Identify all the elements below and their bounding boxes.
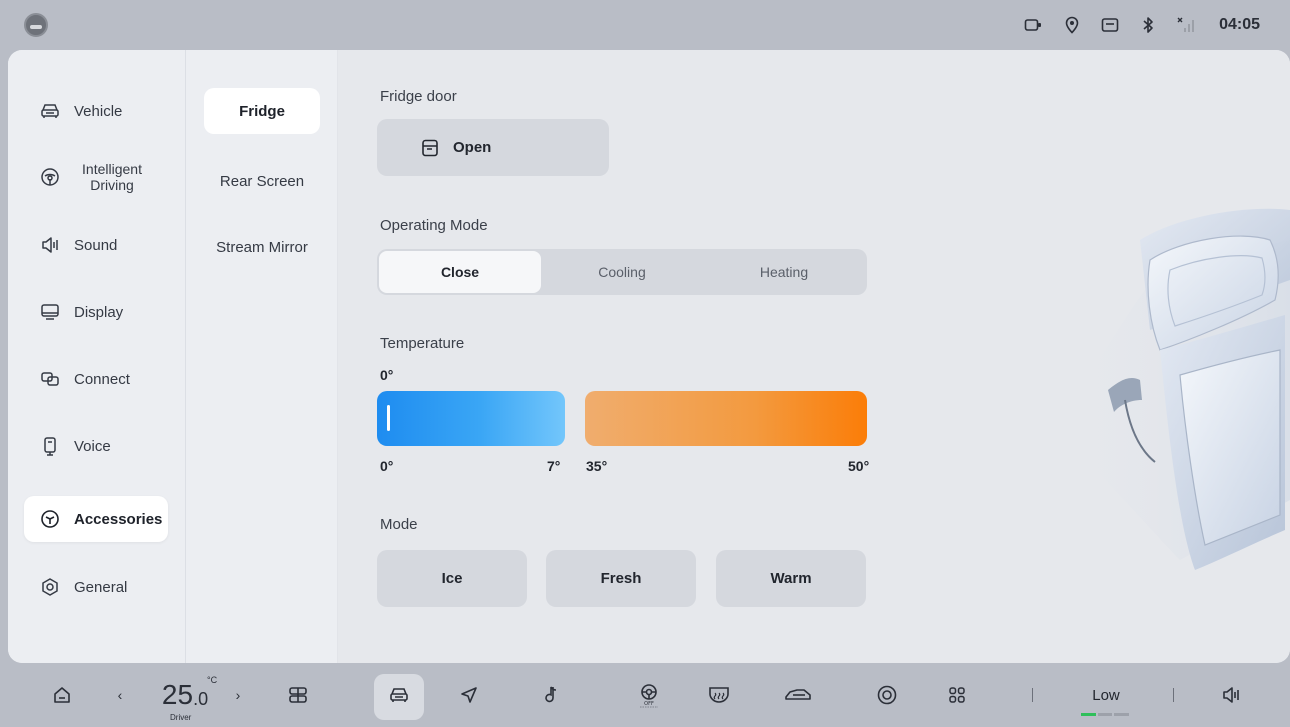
rear-defrost-icon[interactable] [694,663,744,727]
climate-panel-icon[interactable] [276,663,320,727]
message-icon [1093,14,1127,36]
nav-label: Voice [74,437,111,455]
subnav-item-stream-mirror[interactable]: Stream Mirror [204,224,320,270]
fan-level-indicator [1081,713,1130,716]
bluetooth-icon [1131,14,1165,36]
divider [1032,688,1033,702]
temp-decimal: .0 [193,688,209,709]
primary-nav: Vehicle Intelligent Driving Sound Displa… [8,50,186,663]
nav-label: Sound [74,236,118,254]
nav-label: Vehicle [74,102,123,120]
operating-mode-heating[interactable]: Heating [703,251,865,293]
speaker-icon [40,235,60,255]
status-bar: 04:05 [0,0,1290,50]
subnav-item-rear-screen[interactable]: Rear Screen [204,158,320,204]
temperature-label: Temperature [380,335,465,352]
monitor-icon [40,302,60,322]
nav-label: Connect [74,370,130,388]
fridge-door-label: Fridge door [380,88,457,105]
link-icon [40,369,60,389]
temp-integer: 25 [161,679,194,710]
location-icon [1055,14,1089,36]
clock: 04:05 [1219,16,1260,33]
apps-icon[interactable] [932,663,982,727]
temperature-current: 0° [380,367,394,383]
cold-max-label: 7° [547,458,561,474]
fridge-panel: Fridge door Open Operating Mode Close Co… [338,50,1290,663]
nav-item-accessories[interactable]: Accessories [24,496,168,542]
subnav-item-fridge[interactable]: Fridge [204,88,320,134]
car-icon[interactable] [374,663,424,727]
home-icon[interactable] [40,663,84,727]
dashcam-icon [1017,14,1051,36]
nav-item-intelligent-driving[interactable]: Intelligent Driving [24,154,168,200]
status-icons: 04:05 [1013,14,1260,36]
secondary-nav: Fridge Rear Screen Stream Mirror [186,50,338,663]
nav-label: General [74,578,128,596]
open-door-button[interactable]: Open [377,119,609,176]
open-door-label: Open [453,139,492,156]
steering-heat-off-icon[interactable]: OFF [624,663,674,727]
temp-down-button[interactable]: ‹ [110,663,130,727]
nav-item-connect[interactable]: Connect [24,356,168,402]
phone-icon [40,436,60,456]
nav-item-sound[interactable]: Sound [24,222,168,268]
chevron-right-icon: › [235,687,241,703]
nav-label: Intelligent Driving [82,161,142,193]
svg-text:OFF: OFF [644,701,654,707]
zone-label: Driver [170,713,192,722]
steering-wheel-icon [40,167,60,187]
fridge-icon [421,139,439,157]
nav-item-general[interactable]: General [24,564,168,610]
hot-max-label: 50° [848,458,870,474]
nav-item-voice[interactable]: Voice [24,423,168,469]
mode-warm-button[interactable]: Warm [716,550,866,607]
operating-mode-cooling[interactable]: Cooling [541,251,703,293]
cube-icon [40,509,60,529]
slider-thumb[interactable] [387,405,390,431]
car-icon [40,101,60,121]
fan-speed-control[interactable]: Low [1081,663,1131,727]
nav-item-vehicle[interactable]: Vehicle [24,88,168,134]
settings-window: Vehicle Intelligent Driving Sound Displa… [8,50,1290,663]
car-side-icon[interactable] [768,663,828,727]
nav-label: Display [74,303,124,321]
hot-min-label: 35° [586,458,608,474]
operating-mode-selector: Close Cooling Heating [377,249,867,295]
mode-label: Mode [380,516,418,533]
avatar[interactable] [24,13,48,37]
music-icon[interactable] [526,663,576,727]
settings-icon [40,577,60,597]
no-signal-icon [1169,14,1203,36]
temp-up-button[interactable]: › [228,663,248,727]
heating-temperature-slider[interactable] [585,391,867,446]
mode-ice-button[interactable]: Ice [377,550,527,607]
cooling-temperature-slider[interactable] [377,391,565,446]
operating-mode-label: Operating Mode [380,217,488,234]
volume-icon[interactable] [1210,663,1254,727]
cold-min-label: 0° [380,458,394,474]
rear-seat-fridge-illustration [1050,208,1290,570]
nav-item-display[interactable]: Display [24,289,168,335]
mode-fresh-button[interactable]: Fresh [546,550,696,607]
temp-unit: °C [207,675,218,685]
nav-label: Accessories [74,510,163,528]
camera-360-icon[interactable] [862,663,912,727]
operating-mode-close[interactable]: Close [379,251,541,293]
bottom-dock: ‹ 25.0 °C Driver › OFF Low [0,663,1290,727]
navigation-icon[interactable] [444,663,494,727]
divider [1173,688,1174,702]
chevron-left-icon: ‹ [117,687,123,703]
